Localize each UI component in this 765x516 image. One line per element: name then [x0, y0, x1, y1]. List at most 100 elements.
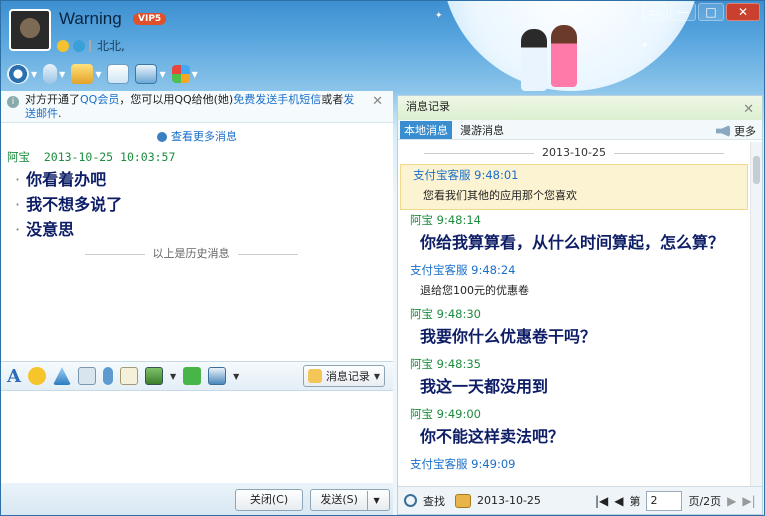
emoji-icon[interactable] [27, 367, 46, 385]
video-call-icon [7, 64, 29, 84]
more-options[interactable]: 更多 [716, 123, 756, 139]
chevron-down-icon[interactable]: ▼ [170, 372, 176, 381]
history-footer: 查找 2013-10-25 |◀ ◀ 第 2 页/2页 ▶ ▶| [398, 486, 762, 514]
apps-icon [171, 65, 190, 83]
input-toolbar: A ▼ ▼ 消息记录 ▼ [1, 361, 393, 391]
qq-chat-window: ✦ ✦ Warning VIP5 北北, ▭ — □ ✕ ▼ ▼ ▼ ▼ ▼ i… [0, 0, 765, 516]
chevron-down-icon[interactable]: ▼ [233, 372, 239, 381]
girl-figure [551, 25, 577, 87]
page-number-input[interactable]: 2 [646, 490, 683, 511]
history-scrollbar[interactable] [750, 142, 762, 486]
file-transfer-button[interactable]: ▼ [71, 61, 101, 87]
history-panel-title: 消息记录 [406, 100, 450, 113]
contact-name: Warning [59, 9, 122, 28]
next-page-icon[interactable]: ▶ [727, 494, 736, 508]
remote-desktop-button[interactable]: ▼ [135, 61, 166, 87]
entry-sender: 支付宝客服 9:48:01 [413, 168, 519, 182]
entry-text [410, 472, 750, 480]
video-clip-icon[interactable] [77, 367, 96, 385]
video-call-button[interactable]: ▼ [7, 61, 37, 87]
file-transfer-icon [71, 64, 94, 84]
notice-text: 对方开通了 [25, 93, 80, 106]
search-icon[interactable] [404, 494, 417, 507]
history-date-picker[interactable]: 2013-10-25 [477, 494, 541, 507]
notice-text: 或者 [321, 93, 344, 106]
page-label: 第 [629, 494, 641, 508]
entry-text: 我要你什么优惠卷干吗？ [420, 327, 597, 346]
graffiti-icon[interactable] [119, 367, 138, 385]
tab-local-messages[interactable]: 本地消息 [400, 120, 452, 139]
voice-message-icon[interactable] [102, 367, 113, 385]
view-more-messages-link[interactable]: 查看更多消息 [1, 128, 393, 144]
close-window-button[interactable]: ✕ [726, 3, 760, 21]
voice-call-button[interactable]: ▼ [43, 61, 65, 87]
history-entry[interactable]: 阿宝 9:48:35 我这一天都没用到 [398, 354, 750, 404]
send-image-icon[interactable] [144, 367, 163, 385]
sms-button[interactable] [107, 61, 130, 87]
history-message: 你看着办吧 [15, 166, 106, 190]
entry-sender: 阿宝 9:48:30 [410, 307, 481, 321]
history-entry[interactable]: 阿宝 9:49:00 你不能这样卖法吧？ [398, 404, 750, 454]
date-separator: 2013-10-25 [398, 142, 750, 164]
music-icon[interactable] [183, 367, 202, 385]
message-history-button[interactable]: 消息记录 ▼ [302, 365, 385, 387]
entry-text: 您看我们其他的应用那个您喜欢 [423, 189, 577, 202]
contact-avatar[interactable] [9, 9, 51, 51]
shake-window-icon[interactable] [52, 367, 71, 385]
first-page-icon[interactable]: |◀ [595, 494, 608, 508]
qq-service-icon[interactable] [73, 39, 85, 52]
star-level-icon[interactable] [57, 39, 69, 52]
page-total: 页/2页 [688, 494, 722, 508]
scrollbar-thumb[interactable] [753, 156, 760, 184]
window-controls: ▭ — □ ✕ [642, 3, 760, 21]
boy-figure [521, 29, 547, 91]
last-page-icon[interactable]: ▶| [742, 494, 755, 508]
maximize-button[interactable]: □ [698, 3, 724, 21]
send-options-icon[interactable]: ▼ [367, 491, 380, 511]
star-icon: ✦ [641, 41, 649, 51]
chevron-down-icon: ▼ [59, 69, 66, 79]
contact-status-row: 北北, [57, 37, 125, 54]
send-button[interactable]: 发送(S) ▼ [310, 489, 390, 511]
speaker-icon[interactable] [716, 125, 730, 137]
tab-roaming-messages[interactable]: 漫游消息 [456, 121, 508, 139]
history-entry[interactable]: 支付宝客服 9:48:01 您看我们其他的应用那个您喜欢 [400, 164, 748, 210]
skin-button[interactable]: ▭ [642, 3, 668, 21]
chevron-down-icon: ▼ [373, 371, 380, 381]
font-icon[interactable]: A [7, 366, 21, 387]
message-timestamp: 2013-10-25 10:03:57 [43, 150, 176, 164]
clock-icon [157, 132, 167, 142]
history-entry[interactable]: 阿宝 9:48:14 你给我算算看，从什么时间算起，怎么算？ [398, 210, 750, 260]
member-notice-bar: i 对方开通了QQ会员，您可以用QQ给他(她)免费发送手机短信或者发送邮件. ✕ [1, 91, 393, 123]
sms-icon [107, 64, 130, 84]
close-notice-icon[interactable]: ✕ [372, 95, 383, 109]
vip-badge[interactable]: VIP5 [133, 13, 167, 25]
history-entry[interactable]: 支付宝客服 9:48:24 退给您100元的优惠卷 [398, 260, 750, 304]
search-button[interactable]: 查找 [423, 493, 445, 509]
entry-text: 你给我算算看，从什么时间算起，怎么算？ [420, 233, 725, 252]
chevron-down-icon: ▼ [95, 69, 102, 79]
history-entry[interactable]: 阿宝 9:48:30 我要你什么优惠卷干吗？ [398, 304, 750, 354]
message-input[interactable] [1, 391, 393, 483]
history-entry[interactable]: 支付宝客服 9:49:09 [398, 454, 750, 482]
history-panel-header: 消息记录 ✕ [398, 96, 762, 120]
view-more-messages-label: 查看更多消息 [171, 130, 237, 143]
history-message: 我不想多说了 [15, 191, 122, 215]
entry-sender: 支付宝客服 9:49:09 [410, 457, 516, 471]
message-display-area[interactable]: 查看更多消息 阿宝 2013-10-25 10:03:57 你看着办吧 我不想多… [1, 123, 393, 361]
close-history-icon[interactable]: ✕ [743, 99, 754, 121]
qq-vip-link[interactable]: QQ会员 [80, 93, 119, 106]
close-button[interactable]: 关闭(C) [235, 489, 303, 511]
screenshot-icon[interactable] [208, 367, 227, 385]
entry-text: 我这一天都没用到 [420, 377, 549, 396]
calendar-icon[interactable] [455, 493, 471, 508]
voice-call-icon [43, 64, 58, 84]
chevron-down-icon: ▼ [31, 69, 38, 79]
entry-sender: 阿宝 9:48:35 [410, 357, 481, 371]
free-sms-link[interactable]: 免费发送手机短信 [233, 93, 321, 106]
apps-button[interactable]: ▼ [171, 61, 198, 87]
prev-page-icon[interactable]: ◀ [614, 494, 623, 508]
history-message: 没意思 [15, 216, 74, 240]
minimize-button[interactable]: — [670, 3, 696, 21]
message-history-panel: 消息记录 ✕ 本地消息 漫游消息 更多 2013-10-25 支付宝客服 9:4… [397, 95, 763, 515]
